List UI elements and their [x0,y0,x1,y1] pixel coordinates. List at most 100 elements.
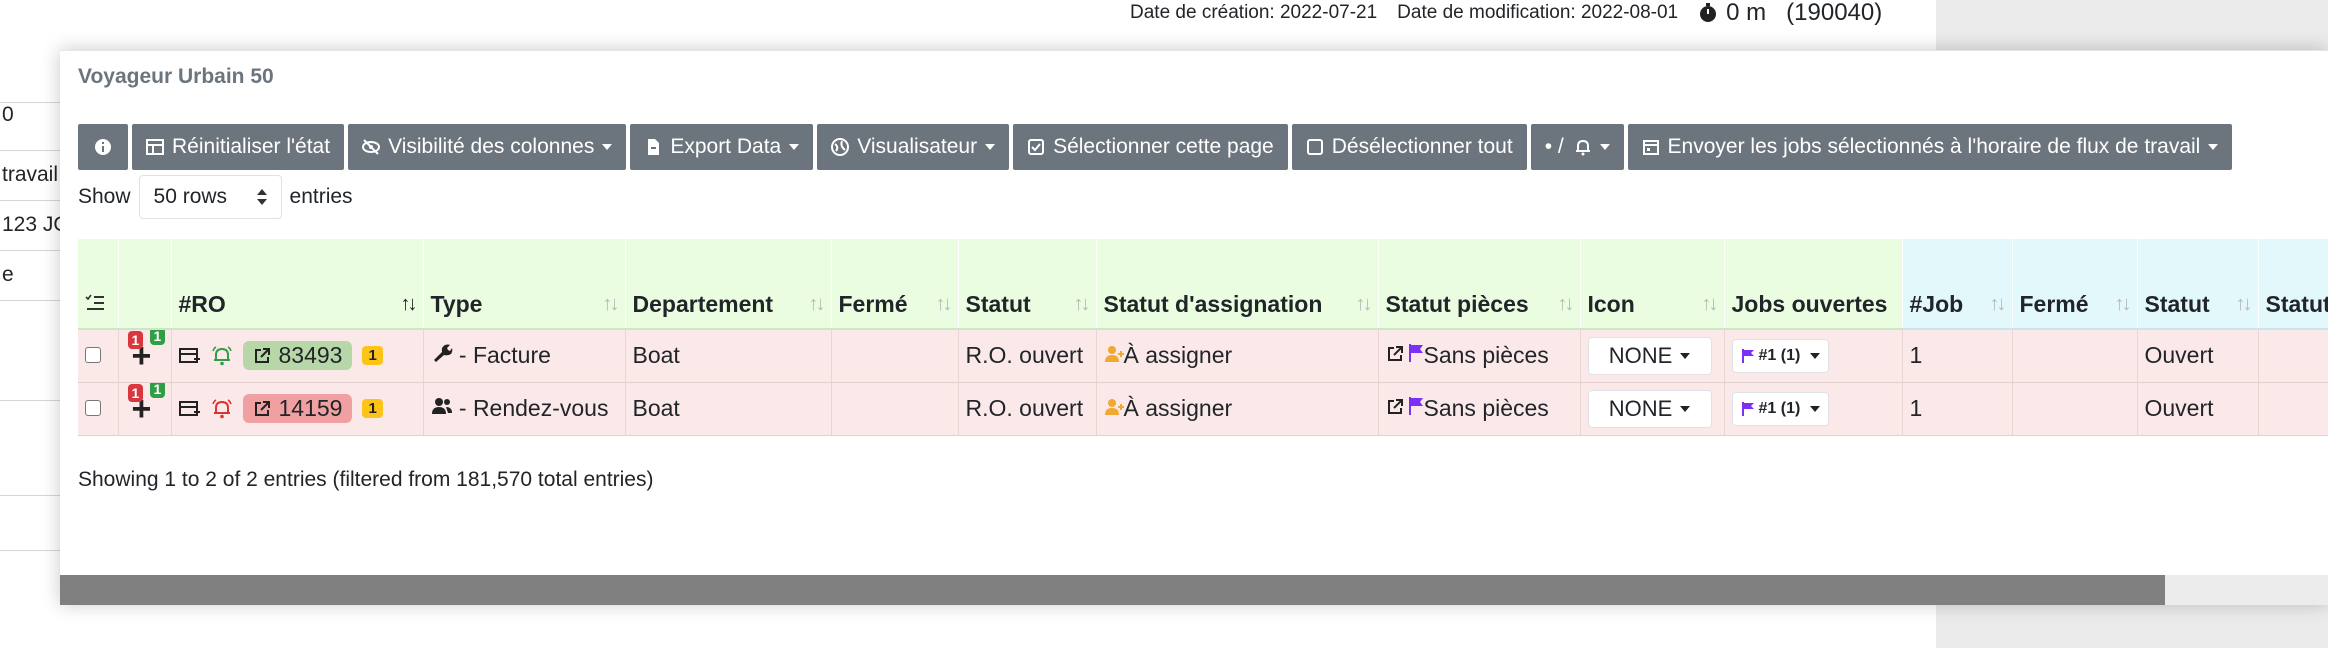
row-checkbox[interactable] [85,347,101,364]
viewer-button[interactable]: Visualisateur [817,124,1010,170]
ro-number-link[interactable]: 14159 [242,394,353,423]
statut3-cell [2258,382,2328,436]
info-button[interactable] [78,124,128,170]
deselect-all-label: Désélectionner tout [1331,135,1513,158]
header-label: Statut [2265,291,2328,317]
stopwatch-icon [1700,3,1717,22]
job-cell: 1 [1902,382,2013,436]
flag-icon [1741,348,1754,363]
sort-icon: ↑↓ [808,293,826,315]
list-check-icon [85,294,104,310]
bg-fragment-3: e [0,250,60,300]
pieces-text: Sans pièces [1423,342,1549,369]
select-column-header[interactable] [78,239,119,330]
add-button[interactable]: +1 1 [126,382,166,426]
column-header-job[interactable]: #Job ↑↓ [1902,239,2013,330]
table-row[interactable]: +1 1 14159 1 - Rendez-vous Boat R.O. ouvert À … [78,382,2328,436]
sort-icon: ↑↓ [602,293,620,315]
column-header-ferme2[interactable]: Fermé ↑↓ [2012,239,2138,330]
card-list-icon[interactable] [178,399,201,419]
card-list-icon[interactable] [178,346,201,366]
wrench-icon [433,344,452,363]
select-arrows-icon [256,189,267,205]
results-table: #RO ↑↓ Type ↑↓ Departement ↑↓ Fermé ↑↓ Statu… [78,239,2328,436]
jobs-open-cell: #1 (1) [1724,382,1903,436]
viewer-label: Visualisateur [857,135,978,158]
row-add-cell: +1 1 [118,382,172,436]
count-badge: 1 [362,346,383,366]
jobs-label: #1 (1) [1758,346,1801,364]
check-square-icon [1028,139,1045,155]
rows-per-page-select[interactable]: 50 rows [138,175,282,219]
green-count-badge: 1 [149,382,166,398]
count-badge: 1 [362,399,383,418]
jobs-dropdown[interactable]: #1 (1) [1731,391,1830,426]
column-header-type[interactable]: Type ↑↓ [423,239,626,330]
departement-cell: Boat [625,382,832,436]
table-header-row: #RO ↑↓ Type ↑↓ Departement ↑↓ Fermé ↑↓ Statu… [78,239,2328,330]
dot-bell-label: • / [1544,135,1570,158]
scrollbar-thumb[interactable] [60,575,2165,605]
created-date: Date de création: 2022-07-21 [1130,2,1378,23]
column-header-icon[interactable]: Icon ↑↓ [1580,239,1725,330]
column-header-pieces[interactable]: Statut pièces ↑↓ [1378,239,1581,330]
dot-bell-button[interactable]: • / [1530,124,1624,170]
add-button[interactable]: +1 1 [126,329,166,373]
red-count-badge: 1 [127,330,144,349]
icon-select[interactable]: NONE [1587,389,1712,428]
row-checkbox[interactable] [85,400,101,416]
icon-cell: NONE [1580,329,1725,383]
send-jobs-button[interactable]: Envoyer les jobs sélectionnés à l'horair… [1627,124,2233,170]
external-link-icon[interactable] [1386,398,1404,416]
external-link-icon [254,347,270,363]
horizontal-scrollbar[interactable] [60,575,2328,605]
sort-icon: ↑↓ [1355,293,1373,315]
table-info: Showing 1 to 2 of 2 entries (filtered fr… [78,468,654,491]
sort-icon: ↑↓ [1073,293,1091,315]
header-label: #Job [1909,291,1964,317]
sort-icon: ↑↓ [2114,293,2132,315]
file-export-icon [648,139,660,155]
column-header-jobs-open[interactable]: Jobs ouvertes [1724,239,1903,330]
modified-date: Date de modification: 2022-08-01 [1397,2,1679,23]
show-label: Show [78,185,131,208]
chevron-down-icon [789,144,800,150]
chevron-down-icon [985,144,996,150]
column-header-assign[interactable]: Statut d'assignation ↑↓ [1096,239,1379,330]
globe-icon [831,138,850,156]
ferme2-cell [2012,382,2138,436]
select-page-button[interactable]: Sélectionner cette page [1013,124,1288,170]
column-header-ro[interactable]: #RO ↑↓ [171,239,424,330]
column-header-statut3[interactable]: Statut [2258,239,2328,330]
assign-cell: À assigner [1096,329,1379,383]
header-label: Jobs ouvertes [1731,291,1888,317]
record-meta: Date de création: 2022-07-21 Date de mod… [1130,0,1882,26]
column-header-departement[interactable]: Departement ↑↓ [625,239,832,330]
reset-state-button[interactable]: Réinitialiser l'état [132,124,345,170]
column-header-statut[interactable]: Statut ↑↓ [958,239,1097,330]
export-data-button[interactable]: Export Data [630,124,814,170]
ro-number-link[interactable]: 83493 [242,341,353,371]
chevron-down-icon [1810,352,1821,359]
column-visibility-button[interactable]: Visibilité des colonnes [348,124,627,170]
eye-slash-icon [362,139,381,155]
external-link-icon[interactable] [1386,345,1404,363]
statut3-cell [2258,329,2328,383]
header-label: Statut d'assignation [1103,291,1323,317]
icon-select[interactable]: NONE [1587,336,1712,375]
header-label: Statut pièces [1385,291,1529,317]
column-header-statut2[interactable]: Statut ↑↓ [2137,239,2259,330]
bell-icon[interactable] [211,345,233,367]
assign-text: À assigner [1123,395,1233,421]
header-label: Departement [632,291,774,317]
chevron-down-icon [1680,405,1691,412]
column-header-ferme[interactable]: Fermé ↑↓ [831,239,959,330]
header-label: Type [430,291,483,317]
table-row[interactable]: +1 1 83493 1 - Facture Boat R.O. ouvert À assi… [78,329,2328,383]
sort-icon: ↑↓ [2235,293,2253,315]
bell-icon[interactable] [211,398,233,420]
jobs-dropdown[interactable]: #1 (1) [1731,338,1830,373]
bg-fragment-2: 123 JO [0,200,60,250]
deselect-all-button[interactable]: Désélectionner tout [1291,124,1527,170]
modal-title: Voyageur Urbain 50 [78,65,274,88]
